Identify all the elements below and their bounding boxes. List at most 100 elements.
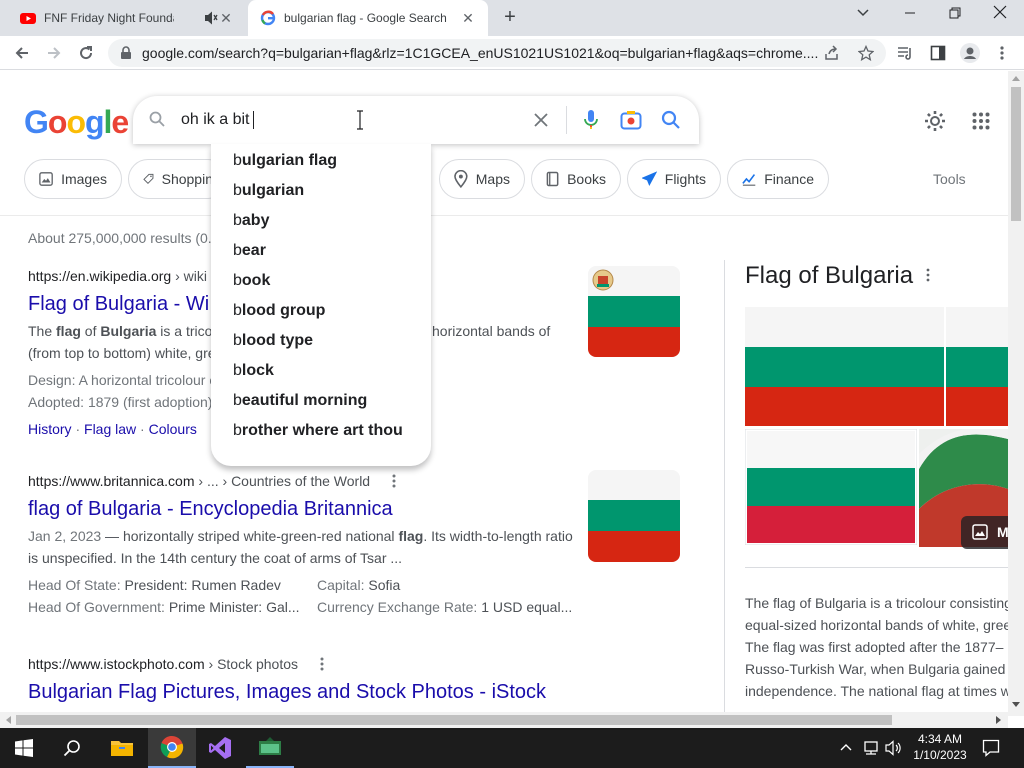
- search-submit-icon[interactable]: [661, 110, 681, 130]
- back-button[interactable]: [10, 41, 34, 65]
- search-input[interactable]: oh ik a bit: [181, 111, 249, 129]
- suggestion-item[interactable]: brother where art thou: [211, 418, 431, 448]
- search-box[interactable]: oh ik a bit: [133, 96, 699, 144]
- chip-label: Books: [567, 171, 606, 187]
- close-tab-icon[interactable]: ✕: [460, 10, 476, 26]
- lock-icon[interactable]: [120, 46, 132, 60]
- show-hidden-icons-chevron-icon[interactable]: [840, 741, 852, 753]
- result-1-thumbnail[interactable]: [588, 266, 680, 357]
- result-1-cite[interactable]: https://en.wikipedia.org › wiki: [28, 268, 207, 284]
- kp-description-line-3: The flag was first adopted after the 187…: [745, 639, 1004, 655]
- taskbar-file-explorer[interactable]: [98, 728, 146, 768]
- suggestion-item[interactable]: block: [211, 358, 431, 388]
- new-tab-button[interactable]: +: [498, 6, 522, 30]
- restore-button[interactable]: [941, 4, 969, 28]
- visual-studio-icon: [209, 737, 231, 759]
- result-2-title[interactable]: flag of Bulgaria - Encyclopedia Britanni…: [28, 498, 393, 521]
- notification-center-icon[interactable]: [982, 739, 1000, 757]
- forward-button[interactable]: [42, 41, 66, 65]
- kp-image-1[interactable]: [745, 307, 944, 426]
- youtube-icon: [20, 13, 36, 24]
- windows-taskbar: 4:34 AM 1/10/2023: [0, 728, 1024, 768]
- settings-gear-icon[interactable]: [924, 110, 946, 132]
- side-panel-icon[interactable]: [926, 41, 950, 65]
- close-window-button[interactable]: [986, 4, 1014, 28]
- app-window-icon: [259, 737, 281, 755]
- chrome-menu-icon[interactable]: [990, 41, 1014, 65]
- tools-button[interactable]: Tools: [933, 171, 966, 187]
- result-2-more-icon[interactable]: [392, 474, 396, 488]
- tag-icon: [143, 173, 154, 185]
- horizontal-scroll-thumb[interactable]: [16, 715, 892, 725]
- media-controls-icon[interactable]: [894, 41, 918, 65]
- chip-flights[interactable]: Flights: [627, 159, 721, 199]
- minimize-button[interactable]: [896, 4, 924, 28]
- more-images-button[interactable]: M: [961, 516, 1009, 549]
- chip-finance[interactable]: Finance: [727, 159, 829, 199]
- bookmark-star-icon[interactable]: [858, 45, 874, 61]
- result-1-attr-adopted: Adopted: 1879 (first adoption): [28, 394, 213, 410]
- chip-label: Finance: [764, 171, 814, 187]
- result-3-cite[interactable]: https://www.istockphoto.com › Stock phot…: [28, 656, 298, 672]
- sitelink-history[interactable]: History: [28, 421, 72, 437]
- taskbar-chrome[interactable]: [148, 728, 196, 768]
- more-images-label: M: [997, 524, 1009, 540]
- suggestion-item[interactable]: bulgarian flag: [211, 148, 431, 178]
- result-1-sitelinks: History · Flag law · Colours: [28, 421, 197, 437]
- suggestion-item[interactable]: bear: [211, 238, 431, 268]
- search-suggestions: bulgarian flag bulgarian baby bear book …: [211, 144, 431, 466]
- suggestion-item[interactable]: baby: [211, 208, 431, 238]
- result-3-title[interactable]: Bulgarian Flag Pictures, Images and Stoc…: [28, 681, 546, 704]
- chip-images[interactable]: Images: [24, 159, 122, 199]
- result-1-snippet-line-2: (from top to bottom) white, gre: [28, 345, 216, 361]
- google-logo[interactable]: Google: [24, 104, 129, 141]
- chip-books[interactable]: Books: [531, 159, 621, 199]
- address-bar[interactable]: google.com/search?q=bulgarian+flag&rlz=1…: [108, 39, 886, 67]
- suggestion-item[interactable]: blood type: [211, 328, 431, 358]
- kp-image-2[interactable]: [946, 307, 1008, 426]
- start-button[interactable]: [0, 728, 48, 768]
- scroll-left-arrow-icon[interactable]: [5, 716, 11, 724]
- image-icon: [39, 172, 53, 186]
- result-2-cite[interactable]: https://www.britannica.com › ... › Count…: [28, 473, 370, 489]
- camera-lens-icon[interactable]: [620, 110, 642, 130]
- tab-google-search[interactable]: bulgarian flag - Google Search ✕: [248, 0, 488, 36]
- tab-youtube[interactable]: FNF Friday Night Foundation ✕: [8, 0, 246, 36]
- kp-section-divider: [745, 567, 1008, 568]
- scroll-up-arrow-icon[interactable]: [1012, 75, 1020, 81]
- suggestion-item[interactable]: book: [211, 268, 431, 298]
- suggestion-item[interactable]: beautiful morning: [211, 388, 431, 418]
- scroll-right-arrow-icon[interactable]: [996, 716, 1002, 724]
- taskbar-search-button[interactable]: [48, 728, 96, 768]
- taskbar-app[interactable]: [246, 728, 294, 768]
- result-2-attr-currency: Currency Exchange Rate: 1 USD equal...: [317, 599, 573, 615]
- profile-avatar-icon[interactable]: [958, 41, 982, 65]
- microphone-icon[interactable]: [583, 109, 599, 131]
- taskbar-clock[interactable]: 4:34 AM 1/10/2023: [906, 731, 974, 763]
- result-3-more-icon[interactable]: [320, 657, 324, 671]
- chip-maps[interactable]: Maps: [439, 159, 525, 199]
- tab-search-chevron-icon[interactable]: [849, 4, 877, 28]
- sitelink-colours[interactable]: Colours: [149, 421, 197, 437]
- vertical-scroll-thumb[interactable]: [1011, 87, 1021, 221]
- kp-image-3[interactable]: [745, 429, 917, 545]
- apps-grid-icon[interactable]: [972, 112, 990, 130]
- volume-icon[interactable]: [885, 740, 903, 756]
- taskbar-visual-studio[interactable]: [196, 728, 244, 768]
- result-2-thumbnail[interactable]: [588, 470, 680, 562]
- share-icon[interactable]: [824, 45, 840, 61]
- search-icon: [63, 740, 80, 757]
- clock-date: 1/10/2023: [913, 748, 967, 762]
- kp-description-line-5: independence. The national flag at times…: [745, 683, 1011, 699]
- network-icon[interactable]: [862, 740, 880, 756]
- scroll-down-arrow-icon[interactable]: [1012, 702, 1020, 708]
- clear-search-icon[interactable]: [534, 113, 548, 127]
- knowledge-panel-more-icon[interactable]: [926, 268, 930, 282]
- suggestion-item[interactable]: bulgarian: [211, 178, 431, 208]
- result-1-title[interactable]: Flag of Bulgaria - Wi: [28, 293, 209, 316]
- speaker-muted-icon[interactable]: [204, 10, 218, 26]
- sitelink-flag-law[interactable]: Flag law: [84, 421, 136, 437]
- suggestion-item[interactable]: blood group: [211, 298, 431, 328]
- reload-button[interactable]: [74, 41, 98, 65]
- close-tab-icon[interactable]: ✕: [218, 10, 234, 26]
